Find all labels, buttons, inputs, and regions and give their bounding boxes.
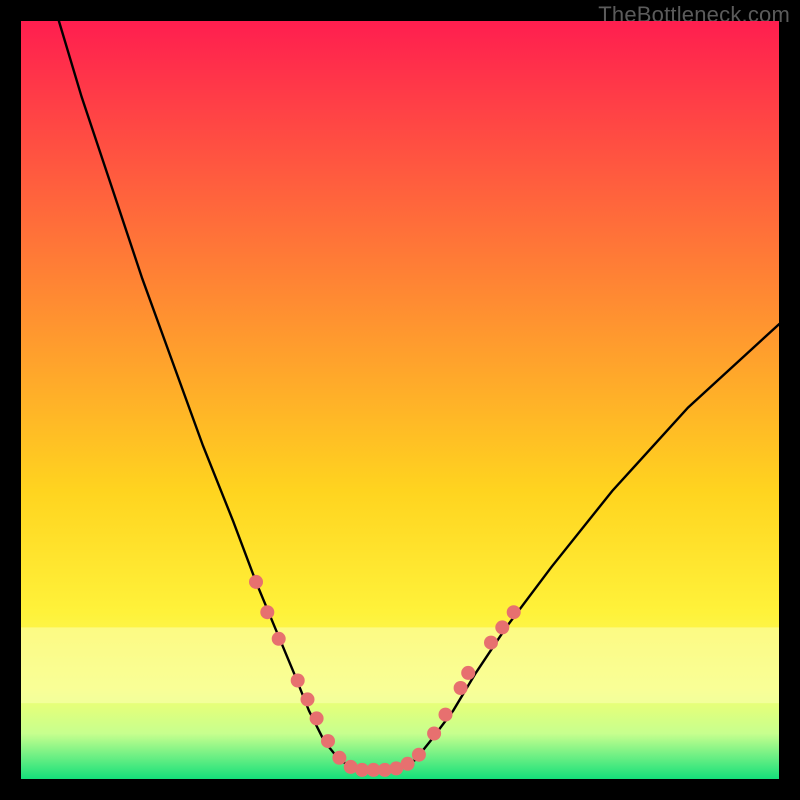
marker-dot	[272, 632, 286, 646]
marker-dot	[427, 727, 441, 741]
marker-dot	[321, 734, 335, 748]
bottleneck-chart	[21, 21, 779, 779]
marker-dot	[439, 708, 453, 722]
marker-dot	[301, 692, 315, 706]
plot-area	[21, 21, 779, 779]
marker-dot	[249, 575, 263, 589]
marker-dot	[291, 674, 305, 688]
marker-dot	[310, 711, 324, 725]
marker-dot	[507, 605, 521, 619]
chart-frame: TheBottleneck.com	[0, 0, 800, 800]
marker-dot	[454, 681, 468, 695]
marker-dot	[495, 620, 509, 634]
marker-dot	[260, 605, 274, 619]
marker-dot	[461, 666, 475, 680]
marker-dot	[401, 757, 415, 771]
marker-dot	[484, 636, 498, 650]
pale-band	[21, 627, 779, 703]
marker-dot	[332, 751, 346, 765]
marker-dot	[412, 748, 426, 762]
